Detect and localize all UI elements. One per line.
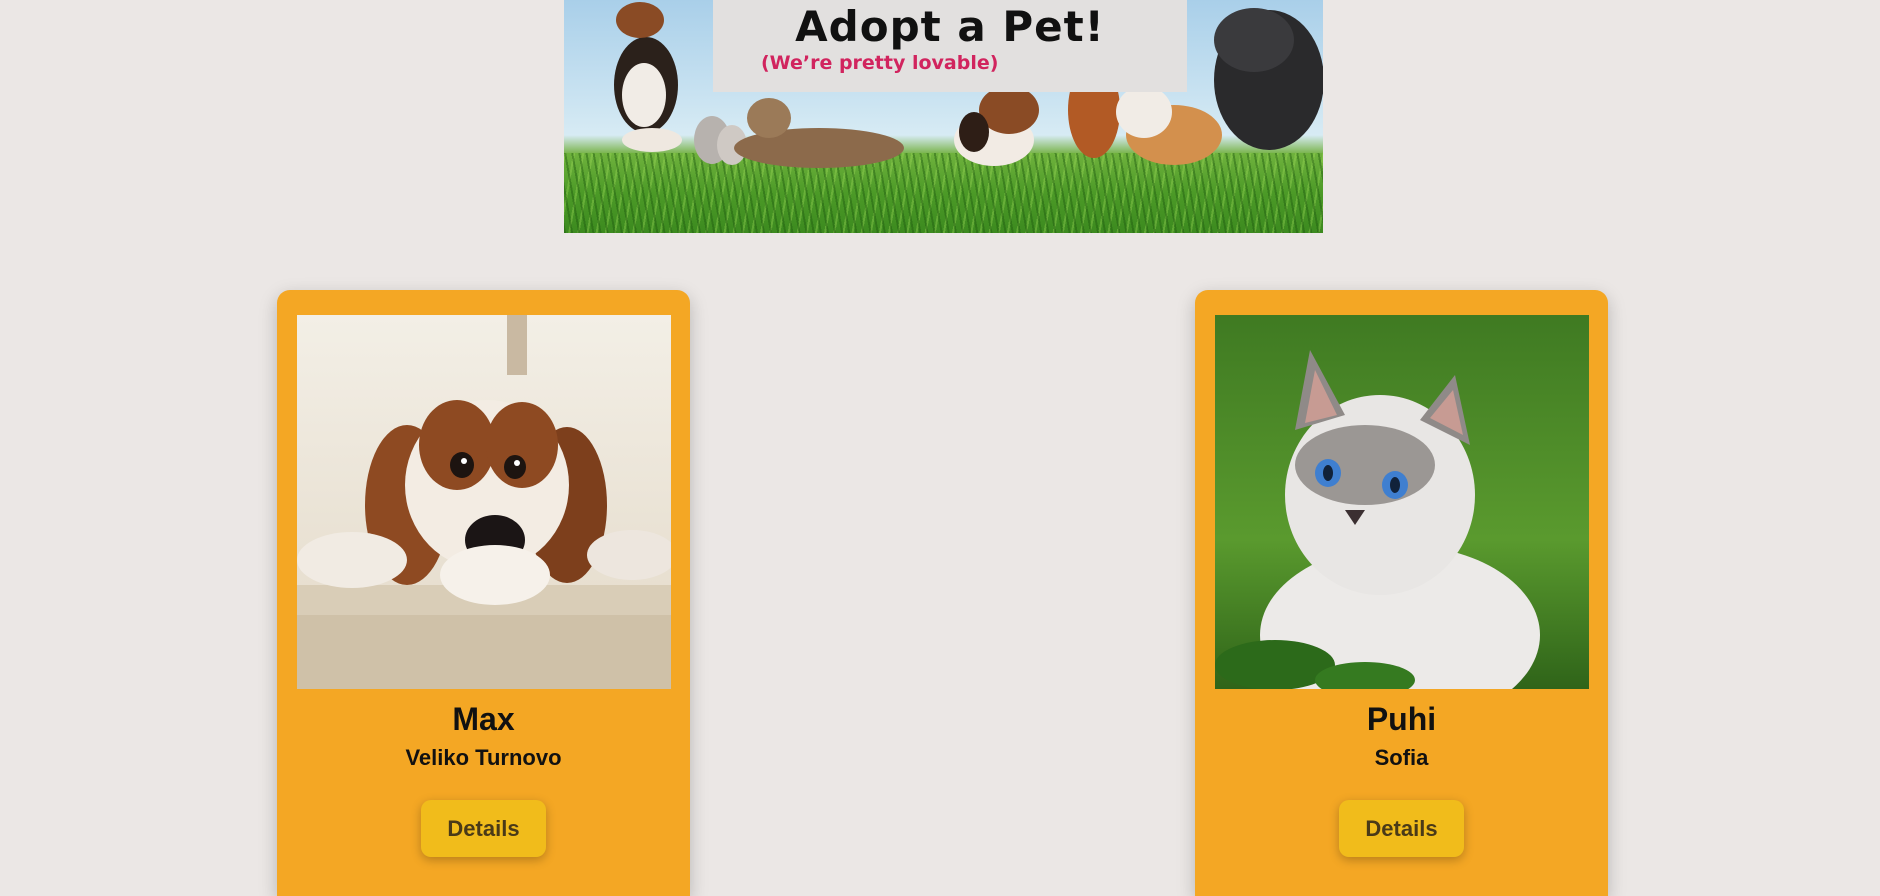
pet-card-puhi: Puhi Sofia Details — [1195, 290, 1608, 896]
page: Adopt a Pet! (We’re pretty lovable) Max … — [0, 0, 1880, 896]
pet-location: Veliko Turnovo — [405, 745, 562, 770]
pet-name: Puhi — [1366, 701, 1437, 737]
pet-location: Sofia — [1374, 745, 1429, 770]
details-button-puhi[interactable]: Details — [1339, 800, 1464, 857]
banner-subtitle: (We’re pretty lovable) — [761, 52, 999, 74]
banner-title: Adopt a Pet! — [795, 2, 1105, 51]
pet-name: Max — [452, 701, 515, 737]
dog-image — [297, 315, 671, 689]
details-button-max[interactable]: Details — [421, 800, 546, 857]
cat-image — [1215, 315, 1589, 689]
pet-photo-puhi — [1215, 315, 1589, 689]
banner-title-box: Adopt a Pet! (We’re pretty lovable) — [713, 0, 1187, 92]
pet-card-max: Max Veliko Turnovo Details — [277, 290, 690, 896]
pet-photo-max — [297, 315, 671, 689]
adopt-banner: Adopt a Pet! (We’re pretty lovable) — [564, 0, 1323, 233]
